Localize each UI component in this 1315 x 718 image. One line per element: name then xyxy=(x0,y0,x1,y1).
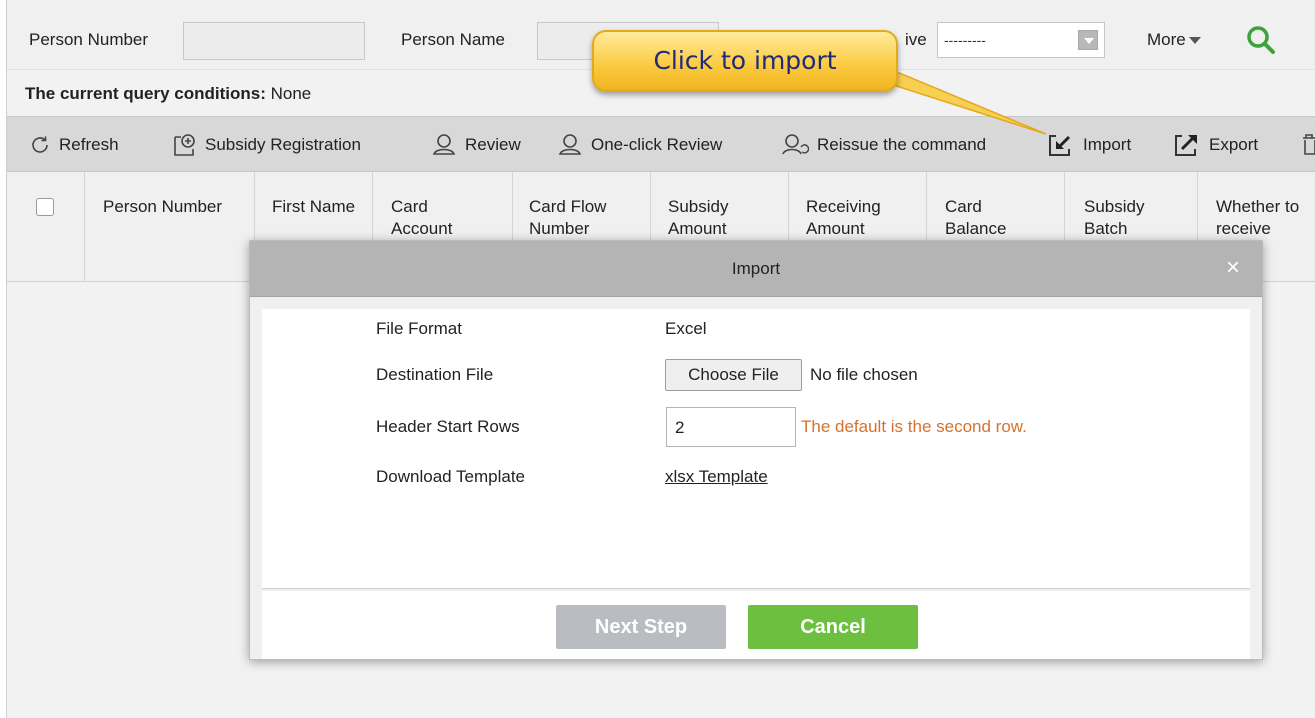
refresh-icon xyxy=(32,136,48,153)
review-label: Review xyxy=(465,135,521,154)
xlsx-template-link[interactable]: xlsx Template xyxy=(665,467,768,487)
select-all-column xyxy=(7,172,85,282)
export-button[interactable]: Export xyxy=(1173,117,1258,173)
reissue-icon xyxy=(782,134,809,155)
column-header-label: Batch xyxy=(1084,219,1128,238)
dialog-title: Import xyxy=(731,259,781,278)
next-step-button[interactable]: Next Step xyxy=(556,605,726,649)
subsidy-registration-label: Subsidy Registration xyxy=(205,135,361,154)
more-button[interactable]: More xyxy=(1147,30,1201,50)
reissue-command-button[interactable]: Reissue the command xyxy=(781,117,986,173)
import-dialog: Import × File Format Excel Destination F… xyxy=(249,240,1263,660)
file-format-label: File Format xyxy=(376,319,462,338)
column-header-label: Amount xyxy=(806,219,865,238)
person-number-label: Person Number xyxy=(29,30,149,49)
column-header-label: Subsidy xyxy=(668,197,729,216)
column-header-label: First Name xyxy=(272,197,356,216)
dialog-title-bar: Import × xyxy=(250,241,1262,297)
header-start-rows-input[interactable]: 2 xyxy=(666,407,796,447)
column-header-label: Balance xyxy=(945,219,1007,238)
column-header-label: Amount xyxy=(668,219,727,238)
column-header-label: Whether to xyxy=(1216,197,1300,216)
chevron-down-icon[interactable] xyxy=(1078,30,1098,50)
column-header-label: Receiving xyxy=(806,197,881,216)
refresh-label: Refresh xyxy=(59,135,119,154)
conditions-label: The current query conditions: xyxy=(25,84,266,103)
column-header-person-number[interactable]: Person Number xyxy=(85,172,255,282)
subsidy-registration-icon xyxy=(174,134,195,156)
receive-select[interactable]: --------- xyxy=(937,22,1105,58)
choose-file-button[interactable]: Choose File xyxy=(665,359,802,391)
conditions-value: None xyxy=(270,84,312,103)
chevron-down-icon xyxy=(1188,37,1201,45)
receive-label: ive xyxy=(905,30,927,49)
file-format-value: Excel xyxy=(665,319,707,338)
destination-file-label: Destination File xyxy=(376,365,494,384)
import-icon xyxy=(1049,135,1071,156)
dialog-footer: Next Step Cancel xyxy=(262,591,1250,659)
reissue-label: Reissue the command xyxy=(817,135,987,154)
review-icon xyxy=(432,134,456,155)
app-frame: Person Number Person Name ive --------- … xyxy=(6,0,1315,718)
close-icon[interactable]: × xyxy=(1222,256,1244,280)
more-label: More xyxy=(1147,30,1186,49)
subsidy-registration-button[interactable]: Subsidy Registration xyxy=(171,117,361,173)
query-conditions: The current query conditions: None xyxy=(25,84,311,104)
import-button[interactable]: Import xyxy=(1047,117,1131,173)
dialog-body: File Format Excel Destination File Choos… xyxy=(262,309,1250,589)
person-number-input[interactable] xyxy=(183,22,365,60)
export-label: Export xyxy=(1209,135,1259,154)
export-icon xyxy=(1175,135,1197,156)
column-header-label: receive xyxy=(1216,219,1271,238)
column-header-label: Subsidy xyxy=(1084,197,1145,216)
refresh-button[interactable]: Refresh xyxy=(29,117,119,173)
person-name-label: Person Name xyxy=(401,30,505,49)
one-click-review-label: One-click Review xyxy=(591,135,723,154)
delete-icon xyxy=(1303,134,1315,155)
header-start-rows-label: Header Start Rows xyxy=(376,417,520,436)
column-header-label: Card Flow xyxy=(529,197,607,216)
no-file-chosen-text: No file chosen xyxy=(810,365,918,384)
delete-button[interactable] xyxy=(1301,117,1315,173)
review-button[interactable]: Review xyxy=(431,117,521,173)
receive-select-value: --------- xyxy=(944,32,986,48)
toolbar: Refresh Subsidy Registration Review One-… xyxy=(7,116,1315,172)
one-click-review-button[interactable]: One-click Review xyxy=(557,117,722,173)
select-all-checkbox[interactable] xyxy=(36,198,54,216)
cancel-button[interactable]: Cancel xyxy=(748,605,918,649)
column-header-label: Person Number xyxy=(103,197,223,216)
column-header-label: Card xyxy=(391,197,428,216)
download-template-label: Download Template xyxy=(376,467,525,486)
one-click-review-icon xyxy=(558,134,582,155)
column-header-label: Number xyxy=(529,219,590,238)
header-rows-hint: The default is the second row. xyxy=(801,417,1027,436)
column-header-label: Card xyxy=(945,197,982,216)
search-icon[interactable] xyxy=(1245,24,1277,56)
click-to-import-callout: Click to import xyxy=(592,30,898,92)
import-label: Import xyxy=(1083,135,1132,154)
column-header-label: Account xyxy=(391,219,453,238)
